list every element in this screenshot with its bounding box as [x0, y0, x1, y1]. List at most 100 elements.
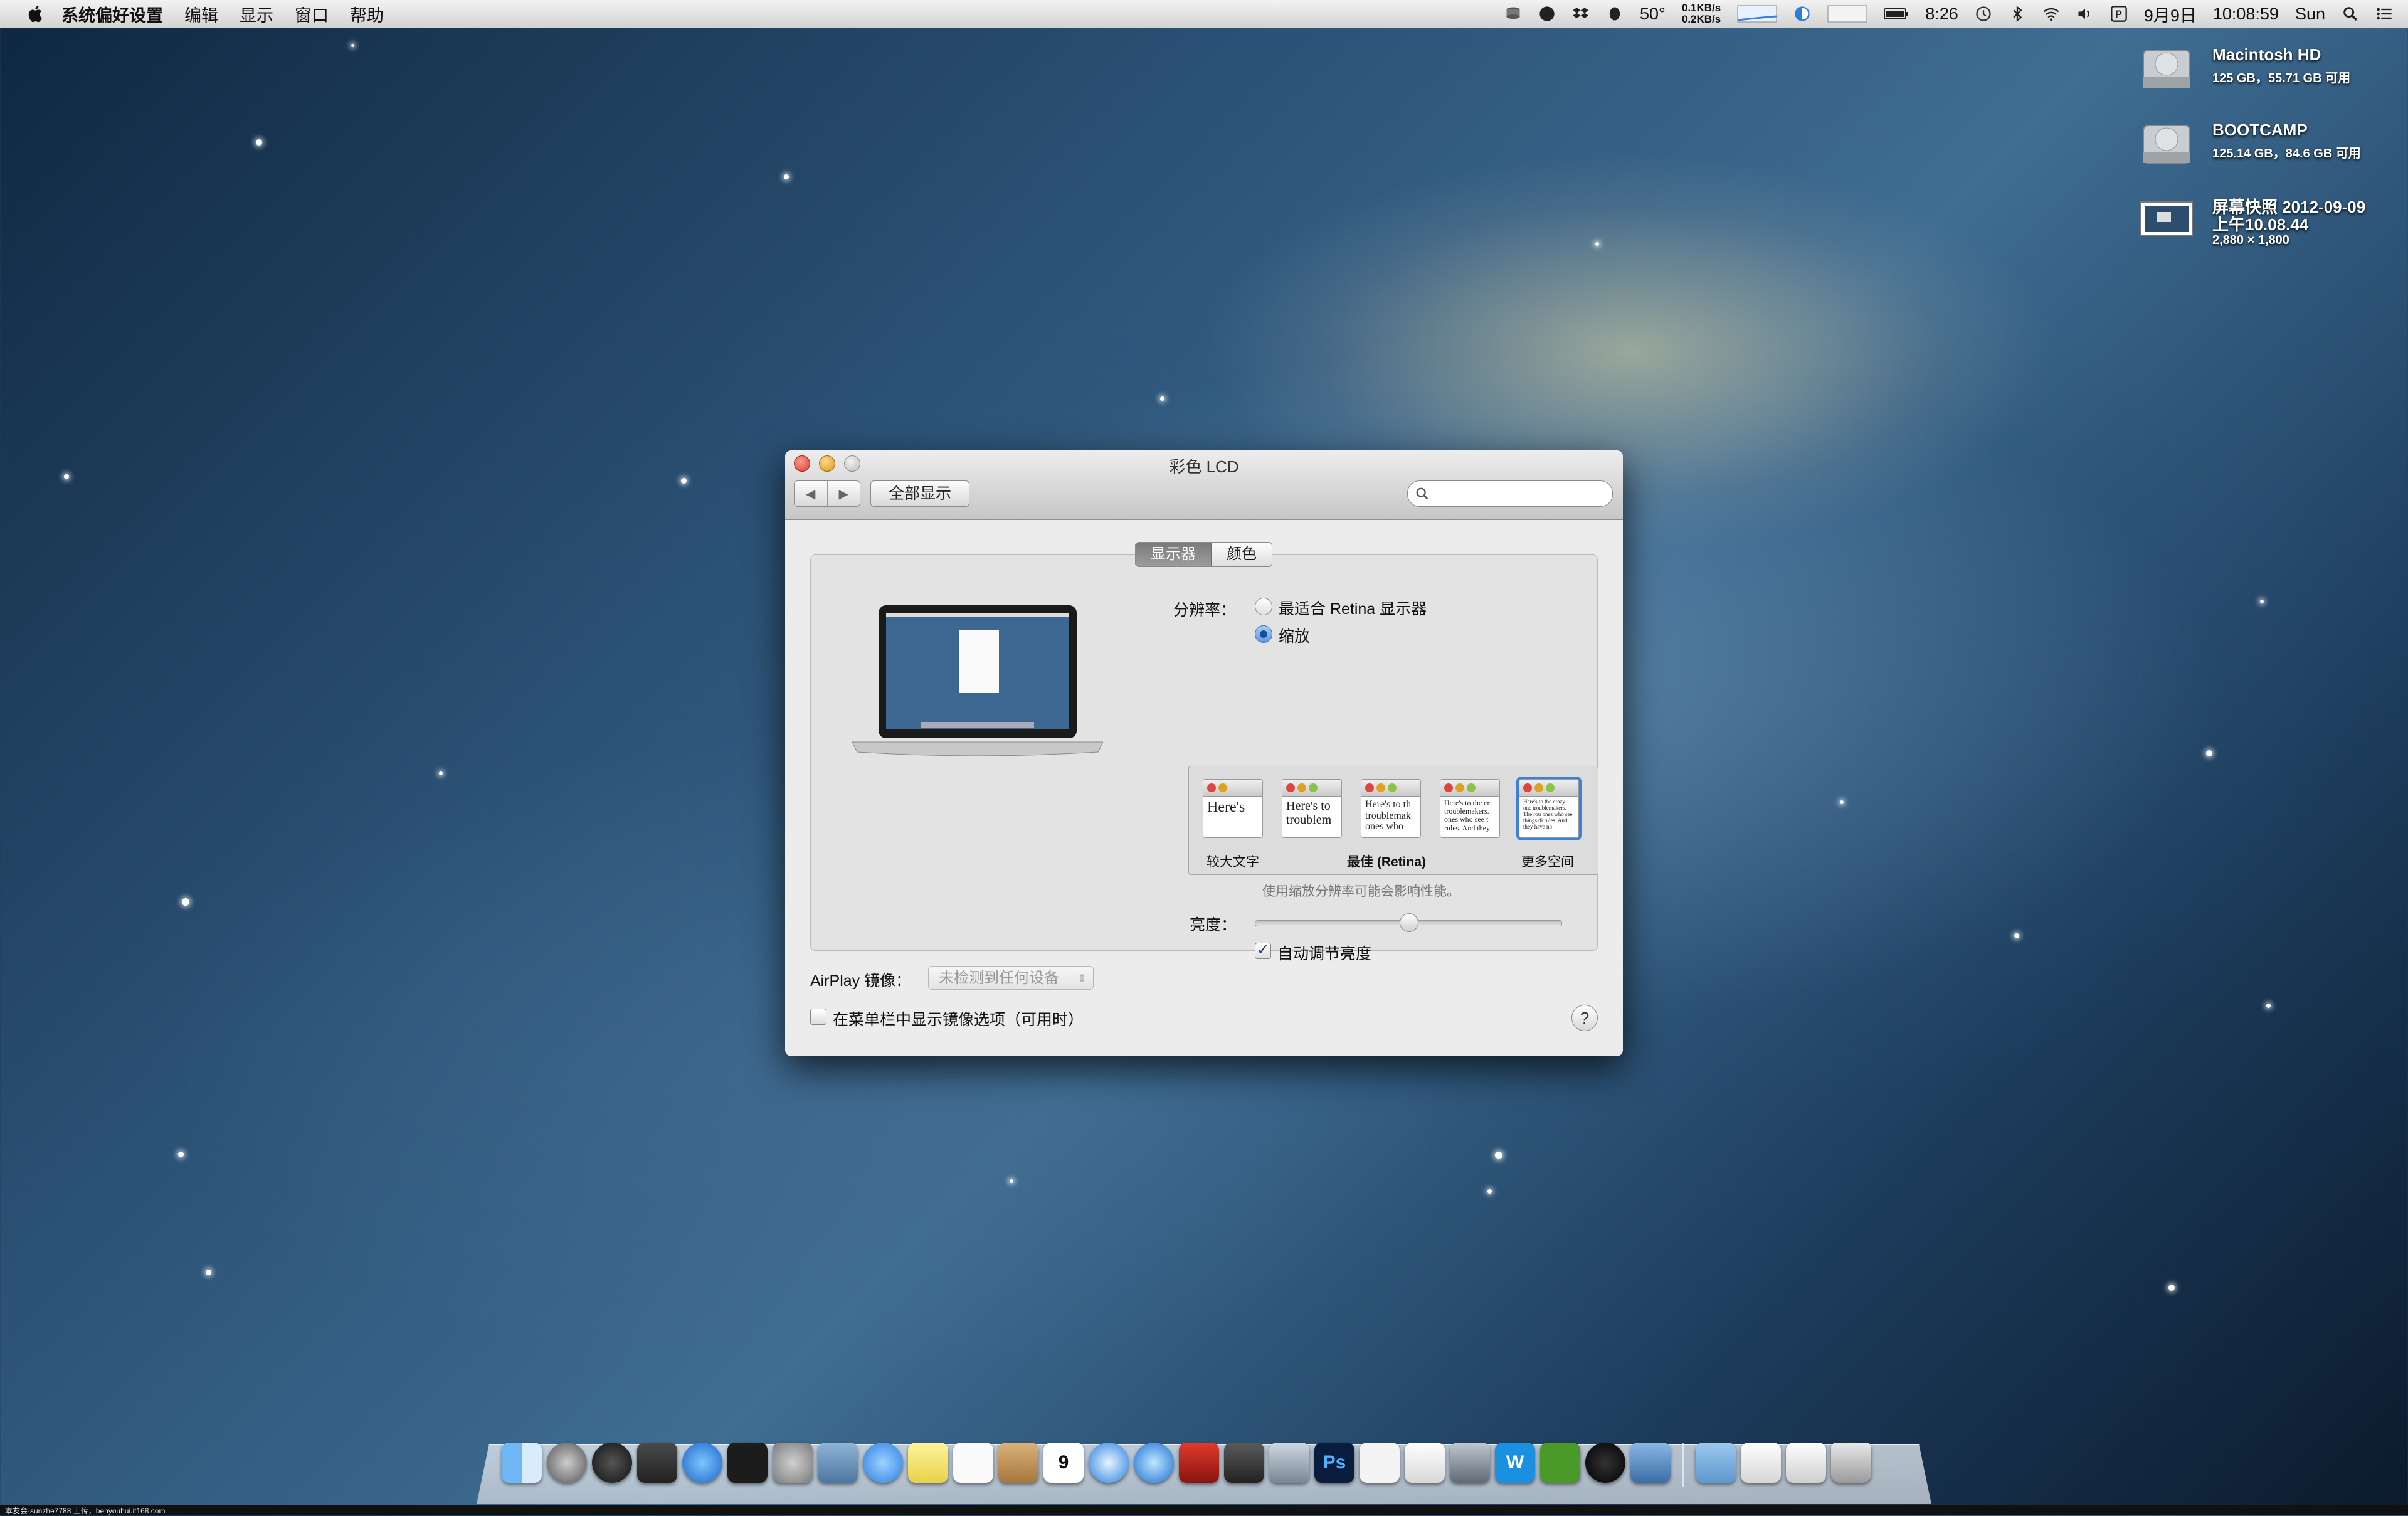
scale-option-4[interactable]: Here's to the cr troublemakers. ones who… [1440, 779, 1500, 838]
finder-icon[interactable] [502, 1443, 542, 1483]
mirror-menu-checkbox[interactable] [810, 1009, 826, 1025]
memory-graph-icon[interactable] [1827, 5, 1867, 23]
qq-icon[interactable] [1585, 1443, 1625, 1483]
wifi-icon[interactable] [2042, 5, 2060, 23]
drive-status-icon[interactable] [1504, 5, 1522, 23]
menu-view[interactable]: 显示 [240, 2, 273, 26]
menu-time[interactable]: 10:08:59 [2213, 4, 2279, 24]
back-button[interactable]: ◀ [795, 481, 828, 506]
document-icon[interactable] [1741, 1443, 1781, 1483]
window-titlebar[interactable]: 彩色 LCD ◀ ▶ 全部显示 [785, 450, 1623, 520]
menu-date[interactable]: 9月9日 [2144, 2, 2197, 26]
menu-edit[interactable]: 编辑 [184, 2, 218, 26]
image-capture-icon[interactable] [1269, 1443, 1309, 1483]
iphoto-icon[interactable] [1224, 1443, 1264, 1483]
desktop-icon-screenshot[interactable]: 屏幕快照 2012-09-09 上午10.08.44 2,880 × 1,800 [2138, 188, 2402, 263]
menu-day[interactable]: Sun [2295, 4, 2325, 24]
volume-icon[interactable] [2076, 5, 2094, 23]
launchpad-icon[interactable] [547, 1443, 587, 1483]
trash-icon[interactable] [1831, 1443, 1871, 1483]
photo-booth-icon[interactable] [1179, 1443, 1219, 1483]
resolution-scaled-radio[interactable] [1255, 625, 1272, 643]
auto-brightness-checkbox[interactable]: ✓ [1255, 943, 1271, 959]
apple-menu-icon[interactable] [25, 3, 46, 24]
desktop-icon-macintosh-hd[interactable]: Macintosh HD 125 GB，55.71 GB 可用 [2138, 39, 2402, 102]
auto-brightness-label[interactable]: 自动调节亮度 [1277, 941, 1371, 964]
photoshop-label: Ps [1323, 1452, 1346, 1473]
tab-display[interactable]: 显示器 [1136, 543, 1212, 566]
input-method-icon[interactable]: P [2110, 5, 2128, 23]
reminders-icon[interactable] [953, 1443, 993, 1483]
evernote-menu-icon[interactable] [1538, 5, 1556, 23]
word-icon[interactable]: W [1495, 1443, 1535, 1483]
cpu-graph-icon[interactable] [1737, 5, 1777, 23]
time-machine-sync-icon[interactable] [1793, 5, 1811, 23]
scale-sample-text: Here's to the cr troublemakers. ones who… [1444, 798, 1490, 832]
dropbox-icon[interactable] [1572, 5, 1590, 23]
show-all-button[interactable]: 全部显示 [870, 480, 969, 507]
desktop-icon-sub: 2,880 × 1,800 [2212, 233, 2289, 247]
brightness-slider[interactable] [1255, 913, 1562, 932]
forward-arrow-icon: ▶ [838, 487, 848, 501]
forward-button[interactable]: ▶ [828, 481, 860, 506]
time-machine-icon[interactable] [1975, 5, 1992, 23]
menu-app-name[interactable]: 系统偏好设置 [61, 2, 163, 26]
evernote-icon[interactable] [1540, 1443, 1580, 1483]
scale-sample-text: Here's to the crazy one troublemakers. T… [1523, 798, 1573, 830]
airplay-device-popup[interactable]: 未检测到任何设备 ⇕ [928, 966, 1094, 990]
mission-control-icon[interactable] [637, 1443, 677, 1483]
scale-option-best-retina[interactable]: Here's to th troublemak ones who [1361, 779, 1421, 838]
mirror-menu-label[interactable]: 在菜单栏中显示镜像选项（可用时） [833, 1007, 1084, 1030]
resolution-retina-radio[interactable] [1255, 598, 1272, 615]
safari-icon[interactable] [1089, 1443, 1129, 1483]
scale-option-larger-text[interactable]: Here's [1203, 779, 1263, 838]
desktop-icon-bootcamp[interactable]: BOOTCAMP 125.14 GB，84.6 GB 可用 [2138, 114, 2402, 177]
help-button[interactable]: ? [1571, 1005, 1598, 1031]
tab-bar: 显示器 颜色 [1135, 542, 1272, 567]
search-input[interactable] [1407, 480, 1613, 507]
menu-help[interactable]: 帮助 [350, 2, 384, 26]
resolution-label: 分辨率： [1173, 602, 1237, 619]
calendar-day: 9 [1058, 1452, 1069, 1473]
notification-center-icon[interactable] [2375, 5, 2393, 23]
qq-menu-icon[interactable] [1606, 5, 1624, 23]
messages-icon[interactable] [863, 1443, 903, 1483]
contacts-icon[interactable] [998, 1443, 1038, 1483]
script-icon[interactable] [1450, 1443, 1490, 1483]
app-store-icon[interactable] [682, 1443, 722, 1483]
popup-arrows-icon: ⇕ [1077, 972, 1087, 985]
scale-label-best-retina: 最佳 (Retina) [1347, 855, 1426, 869]
stickies-icon[interactable] [908, 1443, 948, 1483]
scale-option-more-space[interactable]: Here's to the crazy one troublemakers. T… [1516, 777, 1582, 840]
acrobat-icon[interactable] [1360, 1443, 1400, 1483]
resolution-scaled-label[interactable]: 缩放 [1279, 624, 1310, 647]
itunes-icon[interactable] [1134, 1443, 1174, 1483]
brightness-slider-knob[interactable] [1400, 913, 1418, 932]
folder-icon[interactable] [1696, 1443, 1736, 1483]
photoshop-icon[interactable]: Ps [1314, 1443, 1354, 1483]
spotlight-search-icon[interactable] [2342, 5, 2359, 23]
brightness-label: 亮度： [1190, 916, 1237, 934]
menu-window[interactable]: 窗口 [295, 2, 329, 26]
system-preferences-icon[interactable] [773, 1443, 813, 1483]
desktop-icon-sub: 125.14 GB，84.6 GB 可用 [2212, 147, 2361, 161]
bluetooth-icon[interactable] [2009, 5, 2026, 23]
battery-time[interactable]: 8:26 [1925, 4, 1958, 24]
tab-color[interactable]: 颜色 [1212, 543, 1272, 566]
desktop-icon-name-line2: 上午10.08.44 [2212, 215, 2309, 234]
dashboard-icon[interactable] [592, 1443, 632, 1483]
resolution-retina-label[interactable]: 最适合 Retina 显示器 [1279, 596, 1427, 619]
downloads-icon[interactable] [1786, 1443, 1826, 1483]
battery-icon[interactable] [1884, 5, 1909, 23]
preview-icon[interactable] [818, 1443, 858, 1483]
watermark-footer: 本友会·sunzhe7788 上传，benyouhui.it168.com [0, 1505, 2408, 1515]
xcode-icon[interactable] [1630, 1443, 1671, 1483]
scale-option-2[interactable]: Here's to troublem [1282, 779, 1342, 838]
desktop-icon-name: Macintosh HD [2212, 45, 2321, 64]
activity-monitor-icon[interactable] [727, 1443, 768, 1483]
calendar-icon[interactable]: 9 [1043, 1443, 1084, 1483]
hard-drive-icon [2143, 125, 2190, 164]
screenshot-file-icon [2140, 201, 2193, 236]
temperature-readout[interactable]: 50° [1640, 4, 1666, 24]
textedit-icon[interactable] [1405, 1443, 1445, 1483]
